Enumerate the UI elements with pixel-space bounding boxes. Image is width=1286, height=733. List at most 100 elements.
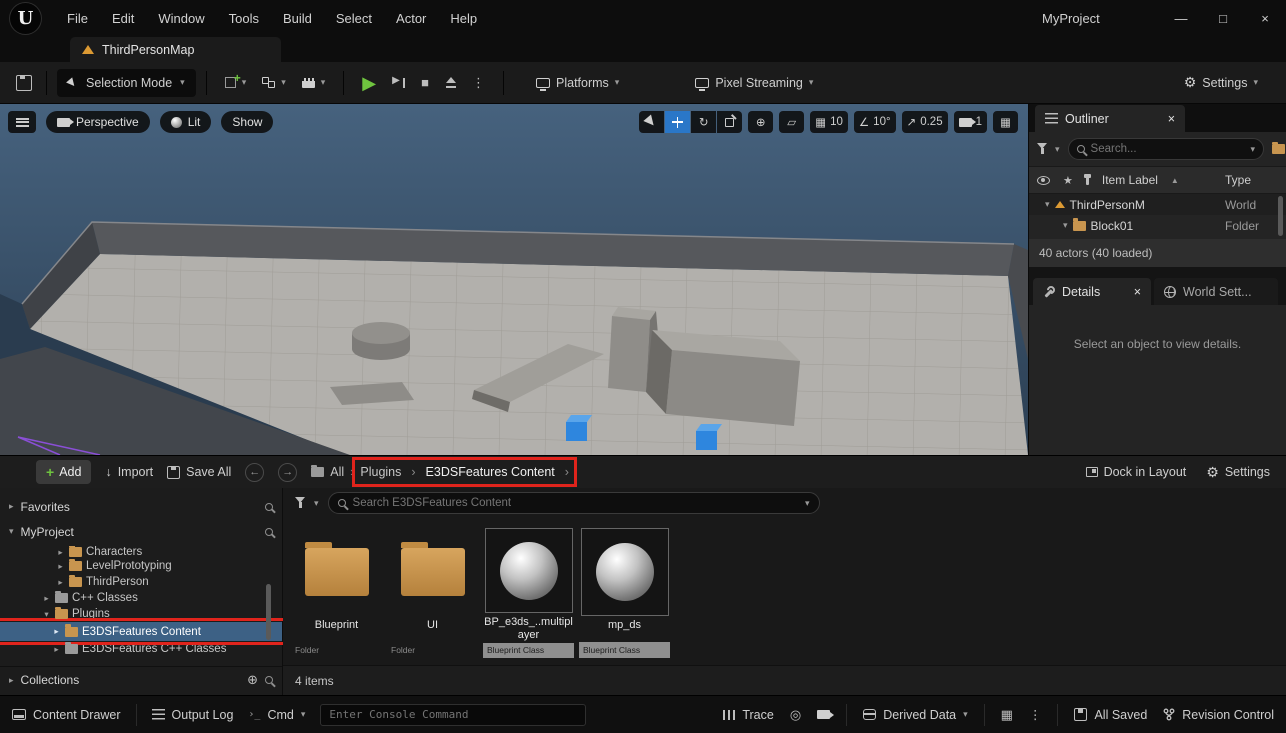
camera-speed-control[interactable]: 1 — [954, 111, 987, 133]
outliner-search[interactable]: ▾ — [1068, 138, 1265, 160]
viewport-menu-button[interactable] — [8, 111, 36, 133]
search-icon[interactable] — [265, 528, 273, 536]
save-all-button[interactable]: Save All — [167, 465, 231, 479]
asset-search[interactable]: ▾ — [328, 492, 820, 514]
back-button[interactable]: ← — [245, 463, 264, 482]
collections-section[interactable]: ▸ Collections ⊕ — [0, 666, 282, 693]
breadcrumb-plugins[interactable]: Plugins — [360, 465, 401, 479]
grid-snap-value[interactable]: 10 — [830, 116, 843, 128]
asset-tile-ui-folder[interactable]: UI Folder — [387, 528, 478, 658]
derived-data-dropdown[interactable]: Derived Data ▾ — [863, 708, 967, 722]
menu-actor[interactable]: Actor — [384, 0, 438, 36]
cmd-dropdown[interactable]: ›_ Cmd ▾ — [248, 708, 305, 722]
stop-button[interactable]: ■ — [413, 69, 437, 97]
console-command-input[interactable] — [329, 708, 577, 721]
add-actor-dropdown[interactable]: ▾ — [217, 69, 255, 97]
tree-item-levelprototyping[interactable]: ▸ LevelPrototyping — [0, 558, 282, 574]
screenshot-icon[interactable] — [817, 710, 830, 719]
star-icon[interactable]: ★ — [1063, 174, 1073, 187]
save-level-button[interactable] — [16, 75, 32, 91]
pixel-streaming-dropdown[interactable]: Pixel Streaming ▾ — [687, 69, 821, 97]
blueprints-dropdown[interactable]: ▾ — [254, 69, 294, 97]
add-folder-icon[interactable] — [1272, 144, 1285, 154]
insights-grid-icon[interactable]: ▦ — [1001, 707, 1013, 723]
add-collection-icon[interactable]: ⊕ — [247, 672, 258, 688]
outliner-search-input[interactable] — [1091, 143, 1245, 155]
filter-icon[interactable] — [1037, 143, 1047, 155]
breadcrumb-sep-icon[interactable]: › — [565, 465, 569, 479]
menu-file[interactable]: File — [55, 0, 100, 36]
maximize-button[interactable]: □ — [1202, 0, 1244, 36]
column-item-label[interactable]: Item Label — [1102, 173, 1158, 187]
menu-build[interactable]: Build — [271, 0, 324, 36]
move-tool[interactable] — [665, 111, 690, 133]
grid-snap-toggle[interactable]: ▦ 10 — [810, 111, 848, 133]
eject-button[interactable] — [437, 69, 464, 97]
tab-outliner[interactable]: Outliner × — [1035, 105, 1185, 132]
search-icon[interactable] — [265, 503, 273, 511]
panel-splitter[interactable] — [1029, 267, 1286, 277]
selection-mode-dropdown[interactable]: Selection Mode ▾ — [57, 69, 196, 97]
show-dropdown[interactable]: Show — [221, 111, 273, 133]
filter-icon[interactable] — [295, 497, 305, 509]
content-browser-settings-button[interactable]: ⚙ Settings — [1206, 464, 1270, 481]
menu-edit[interactable]: Edit — [100, 0, 146, 36]
viewport-3d[interactable]: Perspective Lit Show ↻ ⊕ ▱ ▦ 10 ∠ 10° — [0, 104, 1028, 455]
outliner-scrollbar[interactable] — [1278, 196, 1283, 236]
unreal-logo-icon[interactable]: U — [10, 3, 41, 34]
tab-thirdpersonmap[interactable]: ThirdPersonMap — [70, 37, 281, 62]
viewport-layout-button[interactable]: ▦ — [993, 111, 1018, 133]
outliner-row-world[interactable]: ▾ ThirdPersonM World — [1029, 194, 1286, 215]
surface-snap-toggle[interactable]: ⊕ — [748, 111, 773, 133]
close-icon[interactable]: × — [1168, 112, 1175, 126]
minimize-button[interactable]: — — [1160, 0, 1202, 36]
column-type[interactable]: Type — [1225, 173, 1251, 187]
chevron-down-icon[interactable]: ▾ — [1063, 220, 1068, 231]
view-mode-dropdown[interactable]: Lit — [160, 111, 212, 133]
all-saved-button[interactable]: All Saved — [1074, 708, 1147, 722]
play-options-kebab[interactable]: ⋮ — [464, 69, 493, 97]
breadcrumb-all[interactable]: All — [330, 465, 344, 479]
chevron-down-icon[interactable]: ▾ — [1045, 199, 1050, 210]
tab-world-settings[interactable]: World Sett... — [1154, 278, 1278, 305]
tree-item-thirdperson[interactable]: ▸ ThirdPerson — [0, 574, 282, 590]
scale-tool[interactable] — [717, 111, 742, 133]
revision-control-button[interactable]: Revision Control — [1163, 708, 1274, 722]
asset-tile-mp-ds[interactable]: mp_ds Blueprint Class — [579, 528, 670, 658]
dock-in-layout-button[interactable]: Dock in Layout — [1086, 465, 1187, 479]
close-icon[interactable]: × — [1134, 285, 1141, 299]
rotate-tool[interactable]: ↻ — [691, 111, 716, 133]
close-button[interactable]: × — [1244, 0, 1286, 36]
skip-button[interactable] — [384, 69, 413, 97]
select-tool[interactable] — [639, 111, 664, 133]
myproject-section[interactable]: ▾ MyProject — [0, 519, 282, 544]
menu-select[interactable]: Select — [324, 0, 384, 36]
scale-snap-value[interactable]: 0.25 — [920, 116, 942, 128]
tree-item-characters[interactable]: ▸ Characters — [0, 546, 282, 558]
breadcrumb-current[interactable]: E3DSFeatures Content — [426, 465, 555, 479]
asset-search-input[interactable] — [353, 497, 798, 509]
camera-speed-value[interactable]: 1 — [976, 116, 982, 128]
tree-item-cpp-classes[interactable]: ▸ C++ Classes — [0, 590, 282, 606]
cinematics-dropdown[interactable]: ▾ — [294, 69, 334, 97]
rotation-snap-toggle[interactable]: ∠ 10° — [854, 111, 896, 133]
sidebar-scrollbar[interactable] — [266, 584, 271, 640]
pin-icon[interactable] — [1086, 177, 1089, 185]
menu-window[interactable]: Window — [146, 0, 216, 36]
kebab-icon[interactable]: ⋮ — [1029, 707, 1042, 722]
platforms-dropdown[interactable]: Platforms ▾ — [528, 69, 627, 97]
menu-tools[interactable]: Tools — [217, 0, 271, 36]
import-button[interactable]: ↓ Import — [105, 465, 153, 479]
rotation-snap-value[interactable]: 10° — [873, 116, 890, 128]
forward-button[interactable]: → — [278, 463, 297, 482]
scale-snap-toggle[interactable]: ↗ 0.25 — [902, 111, 948, 133]
plane-snap-toggle[interactable]: ▱ — [779, 111, 804, 133]
target-icon[interactable]: ◎ — [790, 707, 801, 723]
tree-item-e3dsfeatures-cpp-classes[interactable]: ▸ E3DSFeatures C++ Classes — [0, 641, 282, 657]
eye-icon[interactable] — [1037, 176, 1050, 185]
asset-tile-blueprint-folder[interactable]: Blueprint Folder — [291, 528, 382, 658]
content-drawer-button[interactable]: Content Drawer — [12, 708, 121, 722]
tab-details[interactable]: Details × — [1033, 278, 1151, 305]
settings-dropdown[interactable]: ⚙ Settings ▾ — [1176, 69, 1266, 97]
tree-item-plugins[interactable]: ▾ Plugins — [0, 606, 282, 622]
